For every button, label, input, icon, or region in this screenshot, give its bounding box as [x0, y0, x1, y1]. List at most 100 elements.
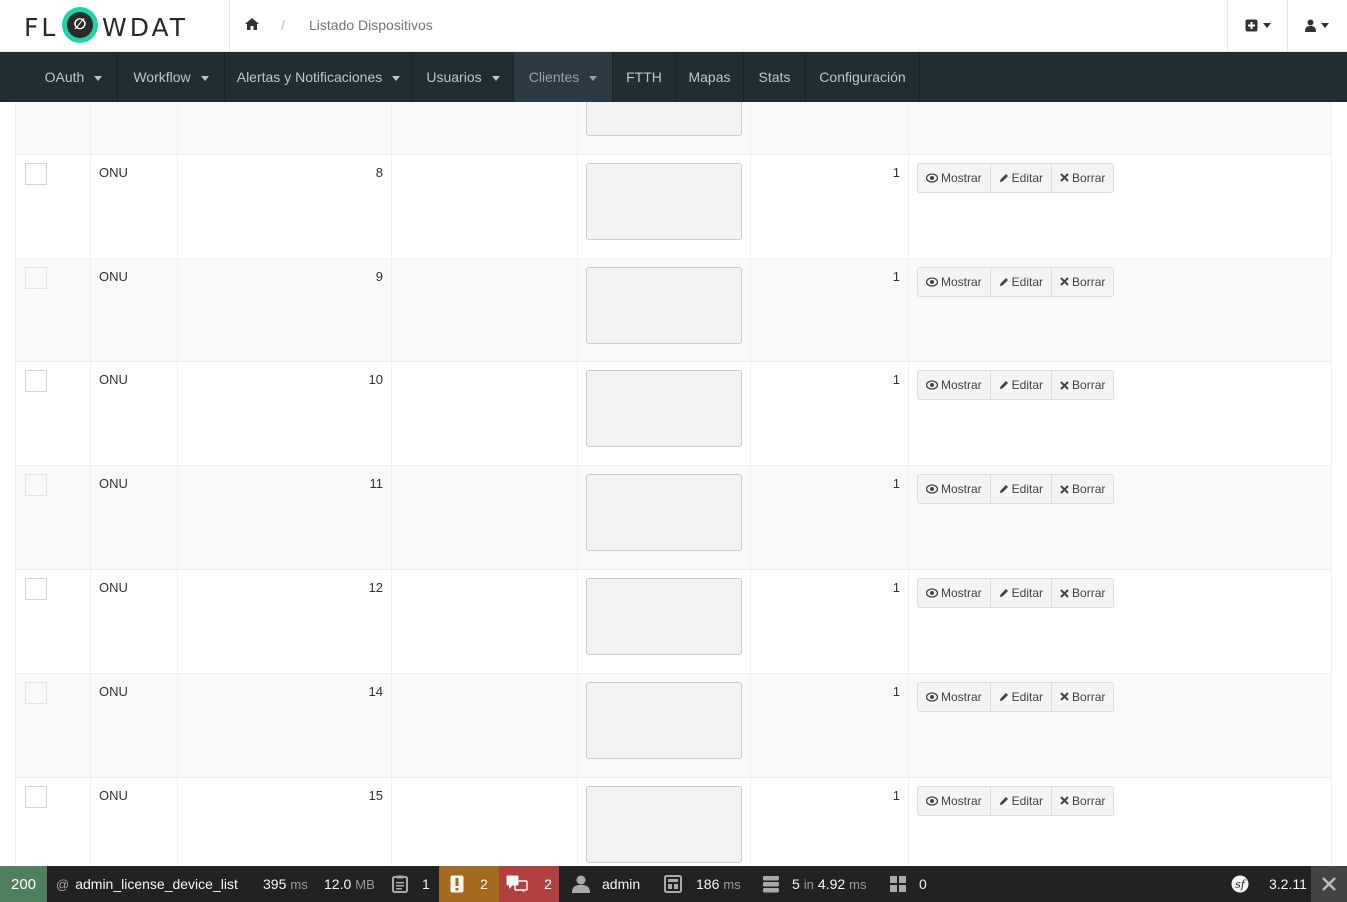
show-button-label: Mostrar	[941, 170, 982, 185]
nav-item-clientes[interactable]: Clientes	[514, 52, 613, 102]
row-select-checkbox[interactable]	[25, 162, 47, 185]
table-row: ONU 14 1 Mostrar Editar Borrar	[16, 672, 1331, 778]
table-cell: 10	[178, 362, 392, 467]
edit-button[interactable]: Editar	[989, 578, 1053, 608]
flowdat-logo[interactable]: FL ∅ WDAT	[24, 7, 206, 43]
nav-item-alertas[interactable]: Alertas y Notificaciones	[225, 52, 413, 102]
delete-button[interactable]: Borrar	[1051, 370, 1115, 401]
forms-panel[interactable]: 0	[889, 866, 927, 902]
delete-button[interactable]: Borrar	[1051, 681, 1115, 712]
show-button[interactable]: Mostrar	[917, 370, 991, 401]
user-menu-dropdown[interactable]	[1305, 14, 1329, 36]
nav-item-oauth[interactable]: OAuth	[30, 52, 118, 102]
nav-item-ftth[interactable]: FTTH	[613, 52, 676, 102]
show-button[interactable]: Mostrar	[917, 474, 991, 505]
delete-button[interactable]: Borrar	[1051, 785, 1115, 816]
edit-button[interactable]: Editar	[989, 370, 1053, 401]
close-icon	[1060, 277, 1069, 286]
template-icon	[664, 875, 682, 893]
device-type: ONU	[99, 580, 128, 595]
device-notes-textarea[interactable]	[586, 162, 742, 240]
nav-item-workflow[interactable]: Workflow	[118, 52, 225, 102]
chevron-down-icon	[491, 75, 500, 81]
show-button[interactable]: Mostrar	[917, 162, 991, 193]
user-panel[interactable]: admin	[572, 866, 640, 902]
route-panel[interactable]: @ admin_license_device_list	[56, 866, 238, 902]
table-cell: Mostrar Editar Borrar	[909, 155, 1331, 259]
database-panel[interactable]: 5 in 4.92 ms	[762, 866, 867, 902]
nav-item-mapas[interactable]: Mapas	[676, 52, 744, 102]
show-button[interactable]: Mostrar	[917, 785, 991, 816]
delete-button[interactable]: Borrar	[1051, 474, 1115, 505]
logs-count: 1	[422, 876, 430, 892]
table-cell: 9	[178, 258, 392, 363]
status-code-badge[interactable]: 200	[0, 866, 47, 902]
device-notes-textarea[interactable]	[586, 266, 742, 344]
add-menu-dropdown[interactable]	[1245, 14, 1271, 36]
device-id: 11	[369, 476, 384, 492]
delete-button[interactable]: Borrar	[1051, 578, 1115, 608]
home-icon[interactable]	[244, 16, 260, 34]
device-notes-textarea[interactable]	[586, 681, 742, 759]
close-toolbar-button[interactable]	[1311, 866, 1347, 902]
db-time-unit: ms	[849, 876, 867, 892]
table-cell: 1	[751, 258, 909, 363]
nav-item-stats[interactable]: Stats	[744, 52, 806, 102]
logo-text-right: WDAT	[102, 13, 188, 42]
delete-button-label: Borrar	[1072, 793, 1106, 808]
db-time-value: 4.92	[817, 876, 846, 892]
row-select-checkbox[interactable]	[25, 578, 47, 600]
row-actions: Mostrar Editar Borrar	[917, 578, 1115, 608]
time-panel[interactable]: 395 ms	[263, 866, 308, 902]
show-button[interactable]: Mostrar	[917, 681, 991, 712]
nav-label: Clientes	[528, 69, 580, 85]
device-value: 1	[892, 164, 900, 180]
breadcrumb-current: Listado Dispositivos	[309, 17, 433, 33]
translation-icon	[506, 875, 528, 893]
memory-panel[interactable]: 12.0 MB	[324, 866, 375, 902]
device-notes-textarea[interactable]	[586, 578, 742, 655]
device-notes-textarea[interactable]	[586, 785, 742, 863]
chevron-down-icon	[94, 75, 103, 81]
table-cell	[16, 466, 91, 571]
table-cell	[578, 673, 751, 778]
delete-button[interactable]: Borrar	[1051, 162, 1115, 193]
table-cell: 8	[178, 154, 392, 259]
render-panel[interactable]: 186 ms	[664, 866, 741, 902]
table-cell: Mostrar Editar Borrar	[909, 570, 1331, 674]
edit-button[interactable]: Editar	[989, 785, 1053, 816]
row-select-checkbox[interactable]	[25, 370, 47, 393]
device-notes-textarea[interactable]	[586, 474, 742, 552]
warnings-panel[interactable]: 2	[439, 866, 499, 902]
table-cell	[578, 362, 751, 467]
device-value: 1	[892, 580, 900, 595]
logs-panel[interactable]: 1	[392, 866, 430, 902]
table-cell: ONU	[91, 154, 178, 259]
device-notes-textarea[interactable]	[586, 102, 742, 136]
errors-panel[interactable]: 2	[499, 866, 559, 902]
row-select-checkbox[interactable]	[25, 785, 47, 808]
logo-symbol: ∅	[67, 12, 93, 38]
row-select-checkbox[interactable]	[25, 681, 47, 704]
device-type: ONU	[99, 476, 128, 492]
show-button[interactable]: Mostrar	[917, 266, 991, 297]
table-cell: ONU	[91, 673, 178, 778]
show-button-label: Mostrar	[941, 689, 982, 704]
edit-button[interactable]: Editar	[989, 474, 1053, 505]
table-cell: Mostrar Editar Borrar	[909, 778, 1331, 866]
device-id: 12	[368, 580, 383, 595]
row-select-checkbox[interactable]	[25, 266, 47, 289]
edit-button-label: Editar	[1011, 586, 1044, 600]
show-button[interactable]: Mostrar	[917, 578, 991, 608]
edit-button[interactable]: Editar	[989, 266, 1053, 297]
route-name: admin_license_device_list	[75, 876, 238, 892]
device-notes-textarea[interactable]	[586, 370, 742, 448]
delete-button[interactable]: Borrar	[1051, 266, 1115, 297]
symfony-version-panel[interactable]: sf 3.2.11	[1231, 866, 1307, 902]
row-select-checkbox[interactable]	[25, 474, 47, 497]
nav-item-usuarios[interactable]: Usuarios	[413, 52, 514, 102]
edit-button[interactable]: Editar	[989, 162, 1053, 193]
table-cell	[16, 777, 91, 866]
edit-button[interactable]: Editar	[989, 681, 1053, 712]
nav-item-configuracion[interactable]: Configuración	[806, 52, 920, 102]
